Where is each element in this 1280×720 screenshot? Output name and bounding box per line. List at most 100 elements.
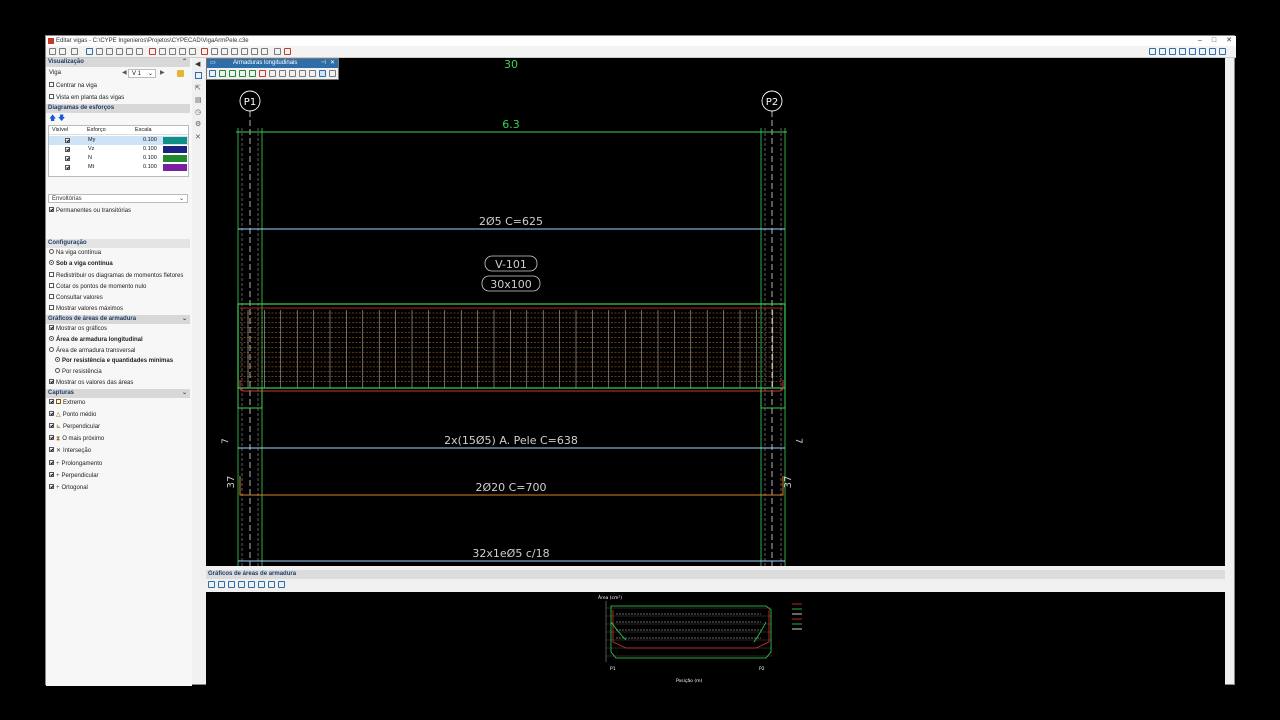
table-bar-icon[interactable]: [299, 70, 306, 77]
redo-icon[interactable]: [59, 48, 66, 55]
delete-icon[interactable]: [136, 48, 143, 55]
zoom-in-icon[interactable]: [228, 581, 235, 588]
layers-icon[interactable]: ▤: [195, 96, 202, 104]
save-icon[interactable]: [71, 48, 78, 55]
maximize-button[interactable]: □: [1212, 36, 1216, 46]
area-long-radio[interactable]: Área de armadura longitudinal: [49, 335, 143, 345]
pointer-icon[interactable]: ⇱: [195, 84, 201, 92]
table-row[interactable]: Vz 0.100: [49, 145, 188, 154]
minimize-button[interactable]: –: [1198, 36, 1202, 46]
copy-bar-icon[interactable]: [229, 70, 236, 77]
close-tool-icon[interactable]: [329, 70, 336, 77]
tools-icon[interactable]: ✕: [195, 133, 201, 141]
fullscreen-icon[interactable]: [1219, 48, 1226, 55]
pan-icon[interactable]: [258, 581, 265, 588]
window-icon[interactable]: [195, 72, 202, 79]
color-swatch[interactable]: [163, 137, 187, 144]
chevron-down-icon[interactable]: ⌄: [182, 315, 187, 324]
check-icon[interactable]: [201, 48, 208, 55]
consultar-checkbox[interactable]: Consultar valores: [49, 293, 103, 303]
snap-intersecao[interactable]: ✕ Interseção: [49, 446, 91, 456]
mostrar-graficos-checkbox[interactable]: Mostrar os gráficos: [49, 324, 107, 334]
section-configuracao[interactable]: Configuração: [46, 239, 190, 248]
edit-icon[interactable]: [149, 48, 156, 55]
color-swatch[interactable]: [163, 146, 187, 153]
por-res-quant-radio[interactable]: Por resistência e quantidades mínimas: [55, 356, 173, 366]
settings-icon[interactable]: ⚙: [195, 120, 201, 128]
area-transv-radio[interactable]: Área de armadura transversal: [49, 346, 135, 356]
redraw-icon[interactable]: [268, 581, 275, 588]
snap-extremo[interactable]: Extremo: [49, 398, 85, 408]
zoom-all-icon[interactable]: [218, 581, 225, 588]
vista-planta-checkbox[interactable]: Vista em planta das vigas: [49, 93, 124, 103]
float-panel-title[interactable]: ▭ Armaduras longitudinais ⊣ ✕: [207, 59, 338, 68]
snap-ortogonal[interactable]: + Ortogonal: [49, 483, 88, 493]
arrow-down-icon[interactable]: 🡇: [58, 114, 65, 125]
table-row[interactable]: Mt 0.100: [49, 163, 188, 172]
move-bar-icon[interactable]: [239, 70, 246, 77]
dimension-icon[interactable]: [241, 48, 248, 55]
pin-icon[interactable]: ⊣: [321, 59, 326, 68]
copy-icon[interactable]: [116, 48, 123, 55]
beam-elevation[interactable]: [237, 303, 786, 409]
color-swatch[interactable]: [163, 155, 187, 162]
section-icon[interactable]: [179, 48, 186, 55]
centrar-checkbox[interactable]: Centrar na viga: [49, 81, 97, 91]
close-button[interactable]: ✕: [1226, 36, 1232, 46]
collapse-panel-icon[interactable]: ◀: [195, 60, 200, 68]
cotar-checkbox[interactable]: Cotar os pontos de momento nulo: [49, 282, 146, 292]
table-icon[interactable]: [189, 48, 196, 55]
close-icon[interactable]: ✕: [330, 59, 335, 68]
snap-ponto-medio[interactable]: △ Ponto médio: [49, 410, 96, 420]
redistribuir-checkbox[interactable]: Redistribuir os diagramas de momentos fl…: [49, 271, 183, 281]
paste-icon[interactable]: [126, 48, 133, 55]
hook-icon[interactable]: [269, 70, 276, 77]
snap-perpendicular-2[interactable]: + Perpendicular: [49, 471, 99, 481]
zoom-previous-icon[interactable]: [1189, 48, 1196, 55]
undo-icon[interactable]: [49, 48, 56, 55]
mostrar-valores-checkbox[interactable]: Mostrar os valores das áreas: [49, 378, 133, 388]
sob-viga-radio[interactable]: Sob a viga contínua: [49, 259, 113, 269]
zoom-in-icon[interactable]: [1169, 48, 1176, 55]
delete-bar-icon[interactable]: [259, 70, 266, 77]
drawing-canvas[interactable]: P1 P2 30 6.3 2Ø5 C=625 V-101 30x100 2x(1…: [206, 58, 1225, 566]
section-graficos[interactable]: Gráficos de áreas de armadura ⌄: [46, 315, 190, 324]
zoom-out-icon[interactable]: [238, 581, 245, 588]
table-row[interactable]: My 0.100: [49, 136, 188, 145]
next-beam-button[interactable]: ▶: [160, 69, 165, 76]
lock-icon[interactable]: [177, 70, 184, 77]
info-icon[interactable]: ◷: [195, 108, 201, 116]
grid-icon[interactable]: [251, 48, 258, 55]
snap-perpendicular[interactable]: ⊾ Perpendicular: [49, 422, 100, 432]
mostrar-max-checkbox[interactable]: Mostrar valores máximos: [49, 304, 123, 314]
section-diagramas[interactable]: Diagramas de esforços: [46, 104, 190, 113]
edit-bar-icon[interactable]: [219, 70, 226, 77]
fullscreen-icon[interactable]: [278, 581, 285, 588]
anchor-icon[interactable]: [279, 70, 286, 77]
beam-select[interactable]: V 1 ⌄: [128, 69, 156, 78]
level-icon[interactable]: [231, 48, 238, 55]
measure-icon[interactable]: [169, 48, 176, 55]
report-icon[interactable]: [221, 48, 228, 55]
measure-bar-icon[interactable]: [289, 70, 296, 77]
select-icon[interactable]: [86, 48, 93, 55]
color-swatch[interactable]: [163, 164, 187, 171]
pan-icon[interactable]: [1199, 48, 1206, 55]
zoom-previous-icon[interactable]: [248, 581, 255, 588]
arrow-up-icon[interactable]: 🡅: [49, 114, 56, 125]
chevron-up-icon[interactable]: ⌃: [182, 58, 187, 67]
area-chart-panel[interactable]: Área (cm²) P1 P2 Posição (m): [206, 592, 1225, 686]
zoom-window-icon[interactable]: [208, 581, 215, 588]
rebar-icon[interactable]: [96, 48, 103, 55]
stirrup-icon[interactable]: [106, 48, 113, 55]
align-icon[interactable]: [309, 70, 316, 77]
active-tool-icon[interactable]: [319, 70, 326, 77]
na-viga-radio[interactable]: Na viga contínua: [49, 248, 101, 258]
zoom-all-icon[interactable]: [1159, 48, 1166, 55]
section-capturas[interactable]: Capturas ⌄: [46, 389, 190, 398]
zoom-window-icon[interactable]: [1149, 48, 1156, 55]
print-icon[interactable]: [261, 48, 268, 55]
move-icon[interactable]: [159, 48, 166, 55]
export-icon[interactable]: [274, 48, 281, 55]
previous-beam-button[interactable]: ◀: [122, 69, 127, 76]
